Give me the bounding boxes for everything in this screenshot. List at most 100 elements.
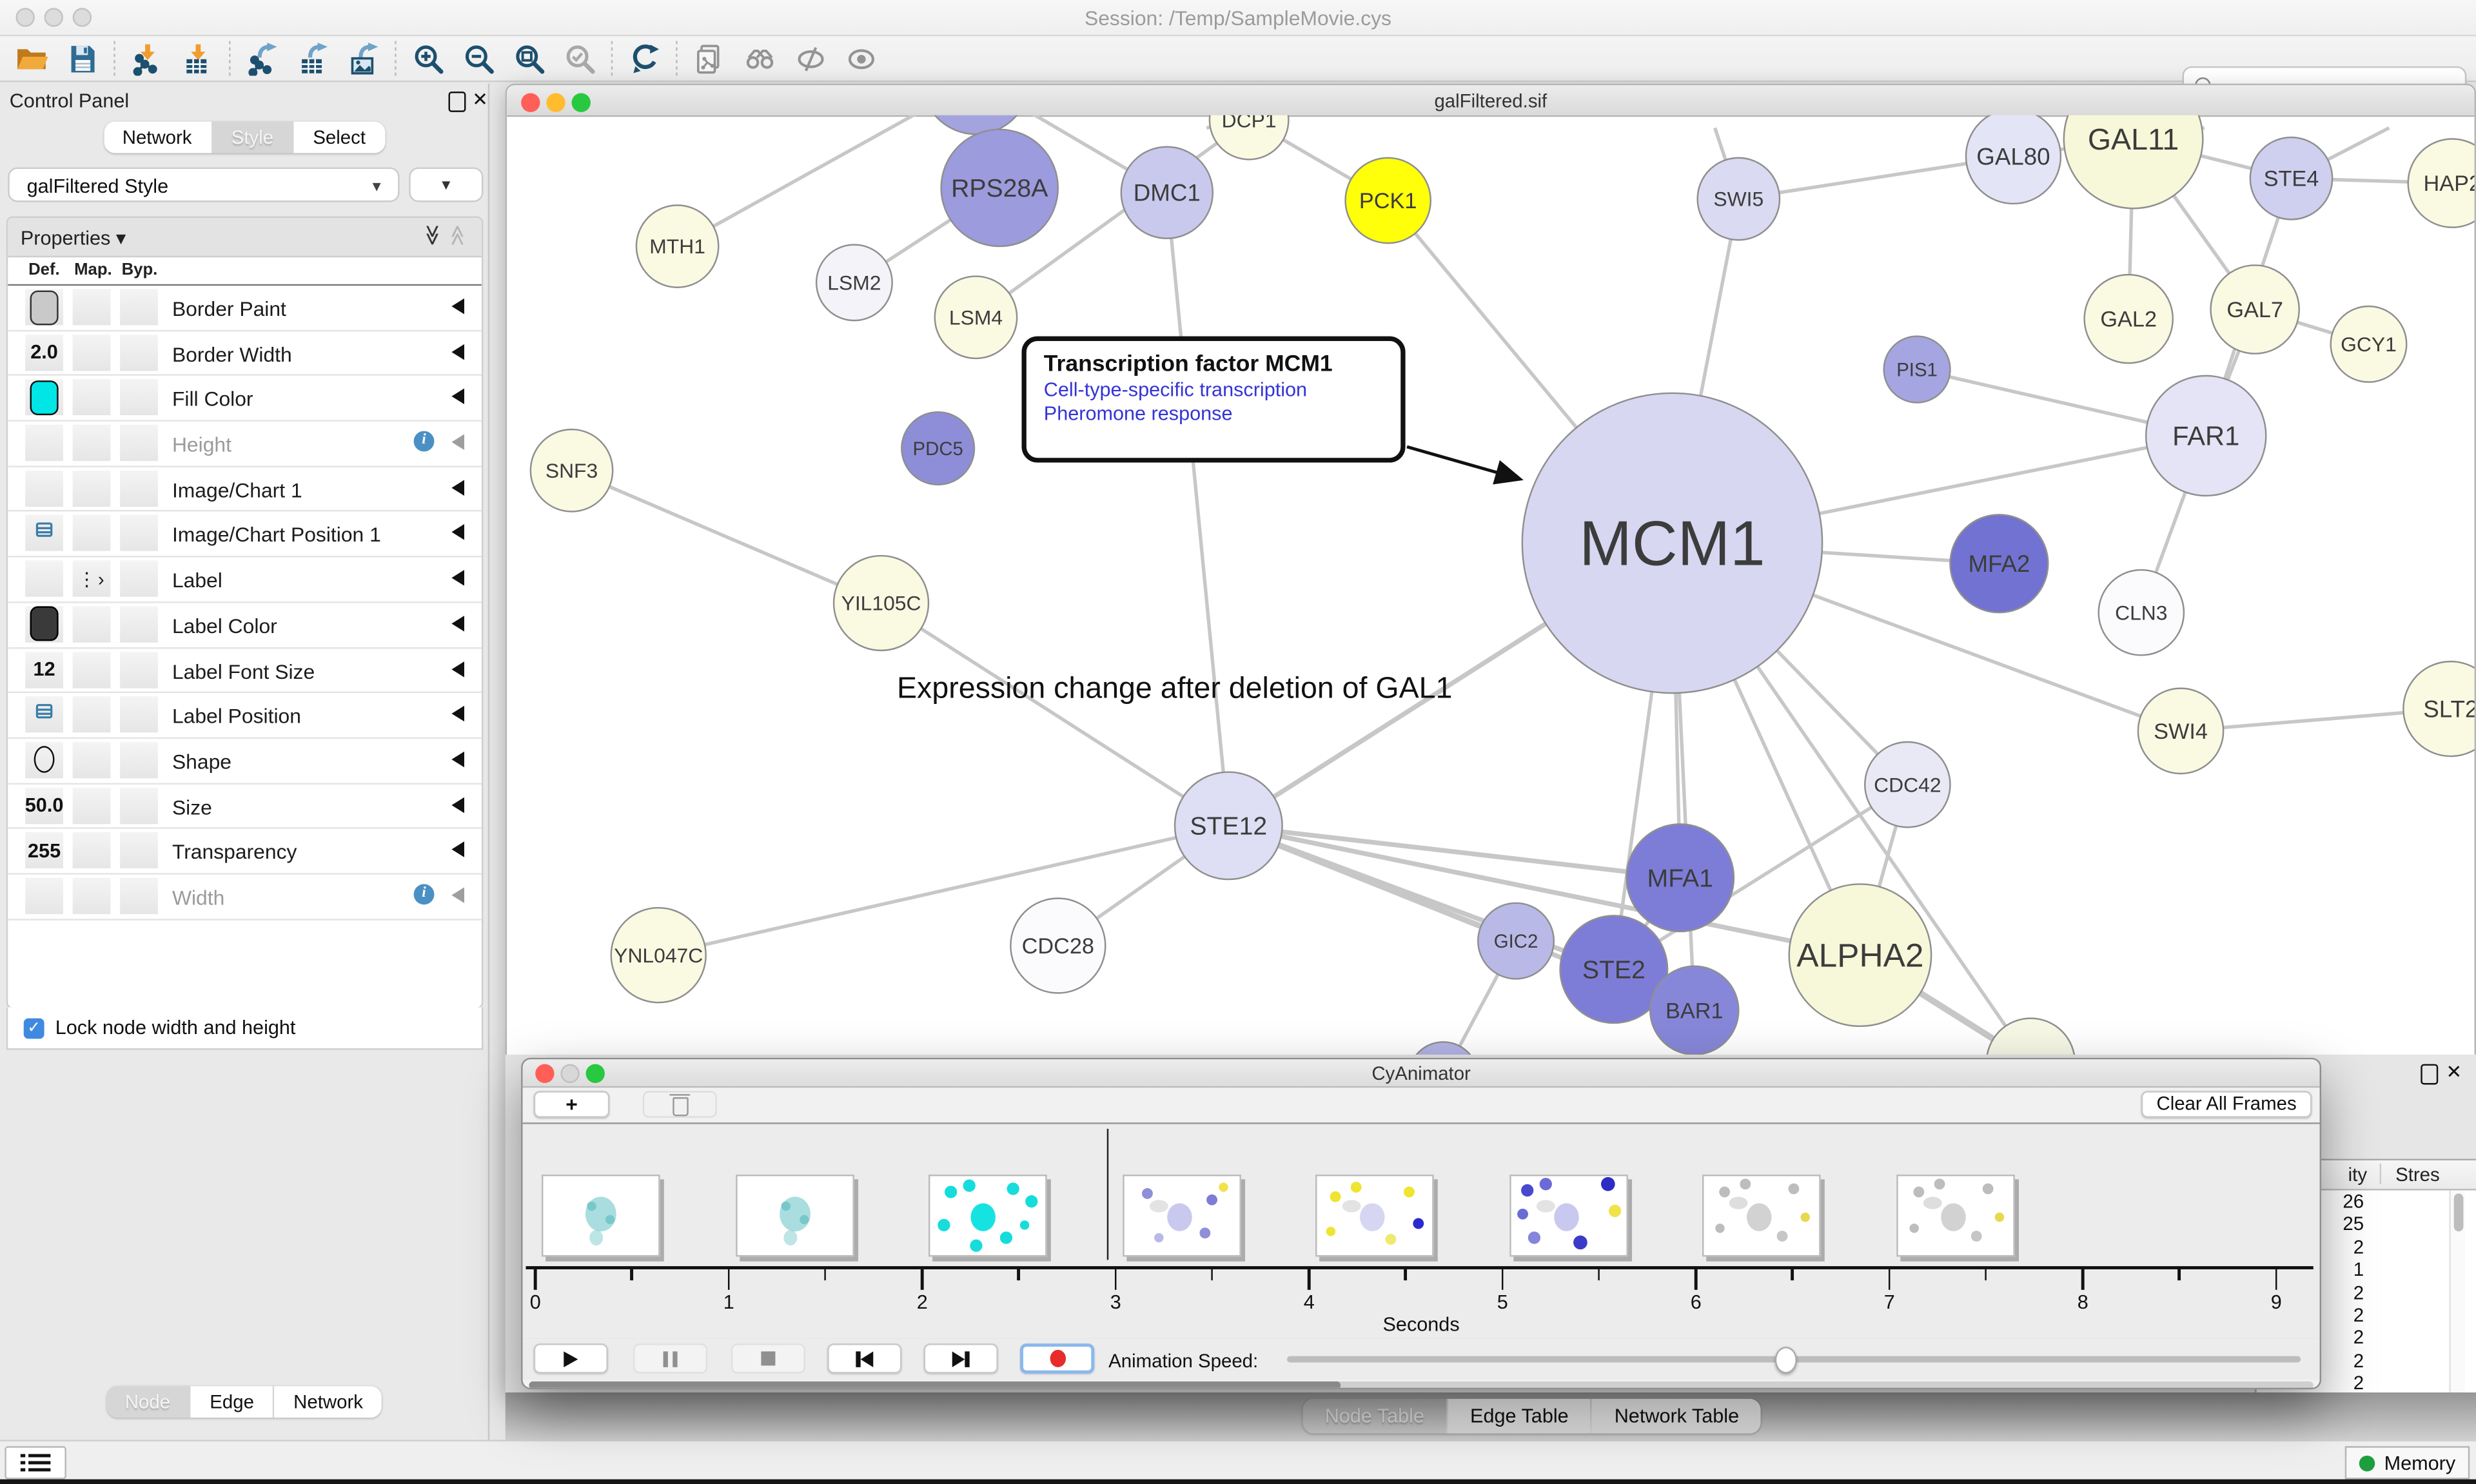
info-icon[interactable]: i [414,431,435,452]
node-bar1[interactable]: BAR1 [1650,966,1738,1055]
column-divider[interactable] [2380,1164,2381,1184]
table-scrollbar-thumb[interactable] [2453,1193,2462,1231]
property-row-size[interactable]: 50.0Size [8,784,482,829]
lock-size-checkbox[interactable]: ✓ [24,1017,44,1038]
tab-style-node[interactable]: Node [106,1386,190,1418]
edge-snf3-yil105c[interactable] [572,471,881,603]
property-row-label-font-size[interactable]: 12Label Font Size [8,648,482,693]
node-slt2[interactable]: SLT2 [2403,661,2474,756]
node-lsm2[interactable]: LSM2 [816,245,892,321]
skip-start-button[interactable] [827,1343,901,1374]
export-table-icon[interactable] [288,38,338,79]
property-row-label-position[interactable]: Label Position [8,694,482,739]
bypass-cell[interactable] [120,832,158,868]
edge-mth1-rps28b[interactable] [678,115,976,246]
property-row-label[interactable]: ⋮›Label [8,558,482,603]
mapping-cell[interactable] [73,425,111,461]
default-value-cell[interactable] [25,470,63,506]
edge-ynl047c-ste12[interactable] [658,826,1228,955]
style-select-dropdown[interactable]: galFiltered Style ▼ [8,168,399,202]
play-button[interactable] [534,1343,608,1374]
skip-end-button[interactable] [924,1343,998,1374]
bypass-cell[interactable] [120,561,158,597]
bypass-cell[interactable] [120,606,158,642]
timeline-playhead[interactable] [1106,1129,1108,1260]
refresh-icon[interactable] [619,38,669,79]
bypass-cell[interactable] [120,380,158,416]
table-scrollbar[interactable] [2449,1191,2464,1392]
default-value-cell[interactable] [25,606,63,642]
bypass-cell[interactable] [120,651,158,687]
default-value-cell[interactable] [25,742,63,778]
zoom-fit-icon[interactable] [504,38,554,79]
close-table-panel-icon[interactable]: ✕ [2446,1064,2462,1082]
frame-thumbnail-7[interactable] [1896,1175,2014,1256]
expand-row-icon[interactable] [451,887,464,903]
frame-thumbnail-0[interactable] [542,1175,660,1256]
property-row-image-chart-position-1[interactable]: Image/Chart Position 1 [8,513,482,558]
default-value-cell[interactable] [25,515,63,551]
open-session-icon[interactable] [6,38,57,79]
default-value-cell[interactable] [25,877,63,913]
column-stress[interactable]: Stres [2395,1164,2440,1186]
properties-header[interactable]: Properties ▾ ≫ ≫ [8,218,482,257]
node-swi5[interactable]: SWI5 [1698,158,1780,240]
node-mfa1[interactable]: MFA1 [1626,824,1734,932]
zoom-out-icon[interactable] [453,38,504,79]
expand-row-icon[interactable] [451,480,464,495]
collapse-all-icon[interactable]: ≫ [446,224,471,246]
network-titlebar[interactable]: galFiltered.sif [507,85,2474,117]
frame-thumbnail-3[interactable] [1122,1175,1241,1256]
node-ste12[interactable]: STE12 [1175,772,1282,880]
zoom-in-icon[interactable] [402,38,453,79]
save-session-icon[interactable] [57,38,107,79]
float-panel-icon[interactable] [449,92,466,112]
node-lsm4[interactable]: LSM4 [935,277,1017,358]
default-value-cell[interactable]: 12 [25,651,63,687]
default-value-cell[interactable]: 50.0 [25,787,63,823]
property-row-label-color[interactable]: Label Color [8,603,482,648]
bypass-cell[interactable] [120,787,158,823]
node-gal80[interactable]: GAL80 [1966,115,2061,204]
default-value-cell[interactable]: 2.0 [25,334,63,370]
frame-thumbnail-1[interactable] [735,1175,854,1256]
node-dcp1[interactable]: DCP1 [1210,115,1288,160]
clear-all-frames-button[interactable]: Clear All Frames [2141,1091,2312,1118]
float-table-panel-icon[interactable] [2421,1064,2438,1085]
node-ste4[interactable]: STE4 [2250,137,2332,219]
expand-row-icon[interactable] [451,661,464,676]
bypass-cell[interactable] [120,877,158,913]
node-alpha2[interactable]: ALPHA2 [1789,884,1931,1026]
bypass-cell[interactable] [120,334,158,370]
frame-thumbnail-6[interactable] [1702,1175,1821,1256]
expand-row-icon[interactable] [451,570,464,585]
node-gal11[interactable]: GAL11 [2064,115,2203,208]
node-gic2[interactable]: GIC2 [1478,903,1554,979]
node-cdc28[interactable]: CDC28 [1010,898,1105,993]
mapping-cell[interactable] [73,832,111,868]
tab-network-table[interactable]: Network Table [1592,1399,1761,1434]
mapping-cell[interactable] [73,742,111,778]
node-ynl047c[interactable]: YNL047C [611,908,706,1002]
property-row-border-paint[interactable]: Border Paint [8,286,482,331]
record-button[interactable] [1020,1343,1094,1374]
property-row-transparency[interactable]: 255Transparency [8,829,482,874]
task-history-button[interactable] [5,1446,66,1479]
import-table-icon[interactable] [172,38,222,79]
mapping-cell[interactable] [73,696,111,732]
mapping-cell[interactable] [73,606,111,642]
mapping-cell[interactable]: ⋮› [73,561,111,597]
bypass-cell[interactable] [120,425,158,461]
tab-node-table[interactable]: Node Table [1302,1399,1448,1434]
mapping-cell[interactable] [73,289,111,325]
property-row-height[interactable]: Heighti [8,422,482,467]
tab-style-edge[interactable]: Edge [191,1386,275,1418]
bypass-cell[interactable] [120,470,158,506]
default-value-cell[interactable]: 255 [25,832,63,868]
add-frame-button[interactable]: + [534,1091,610,1118]
expand-row-icon[interactable] [451,797,464,812]
frame-thumbnail-4[interactable] [1315,1175,1434,1256]
node-cdc42[interactable]: CDC42 [1865,742,1950,827]
expand-row-icon[interactable] [451,616,464,631]
node-far1[interactable]: FAR1 [2146,376,2266,496]
